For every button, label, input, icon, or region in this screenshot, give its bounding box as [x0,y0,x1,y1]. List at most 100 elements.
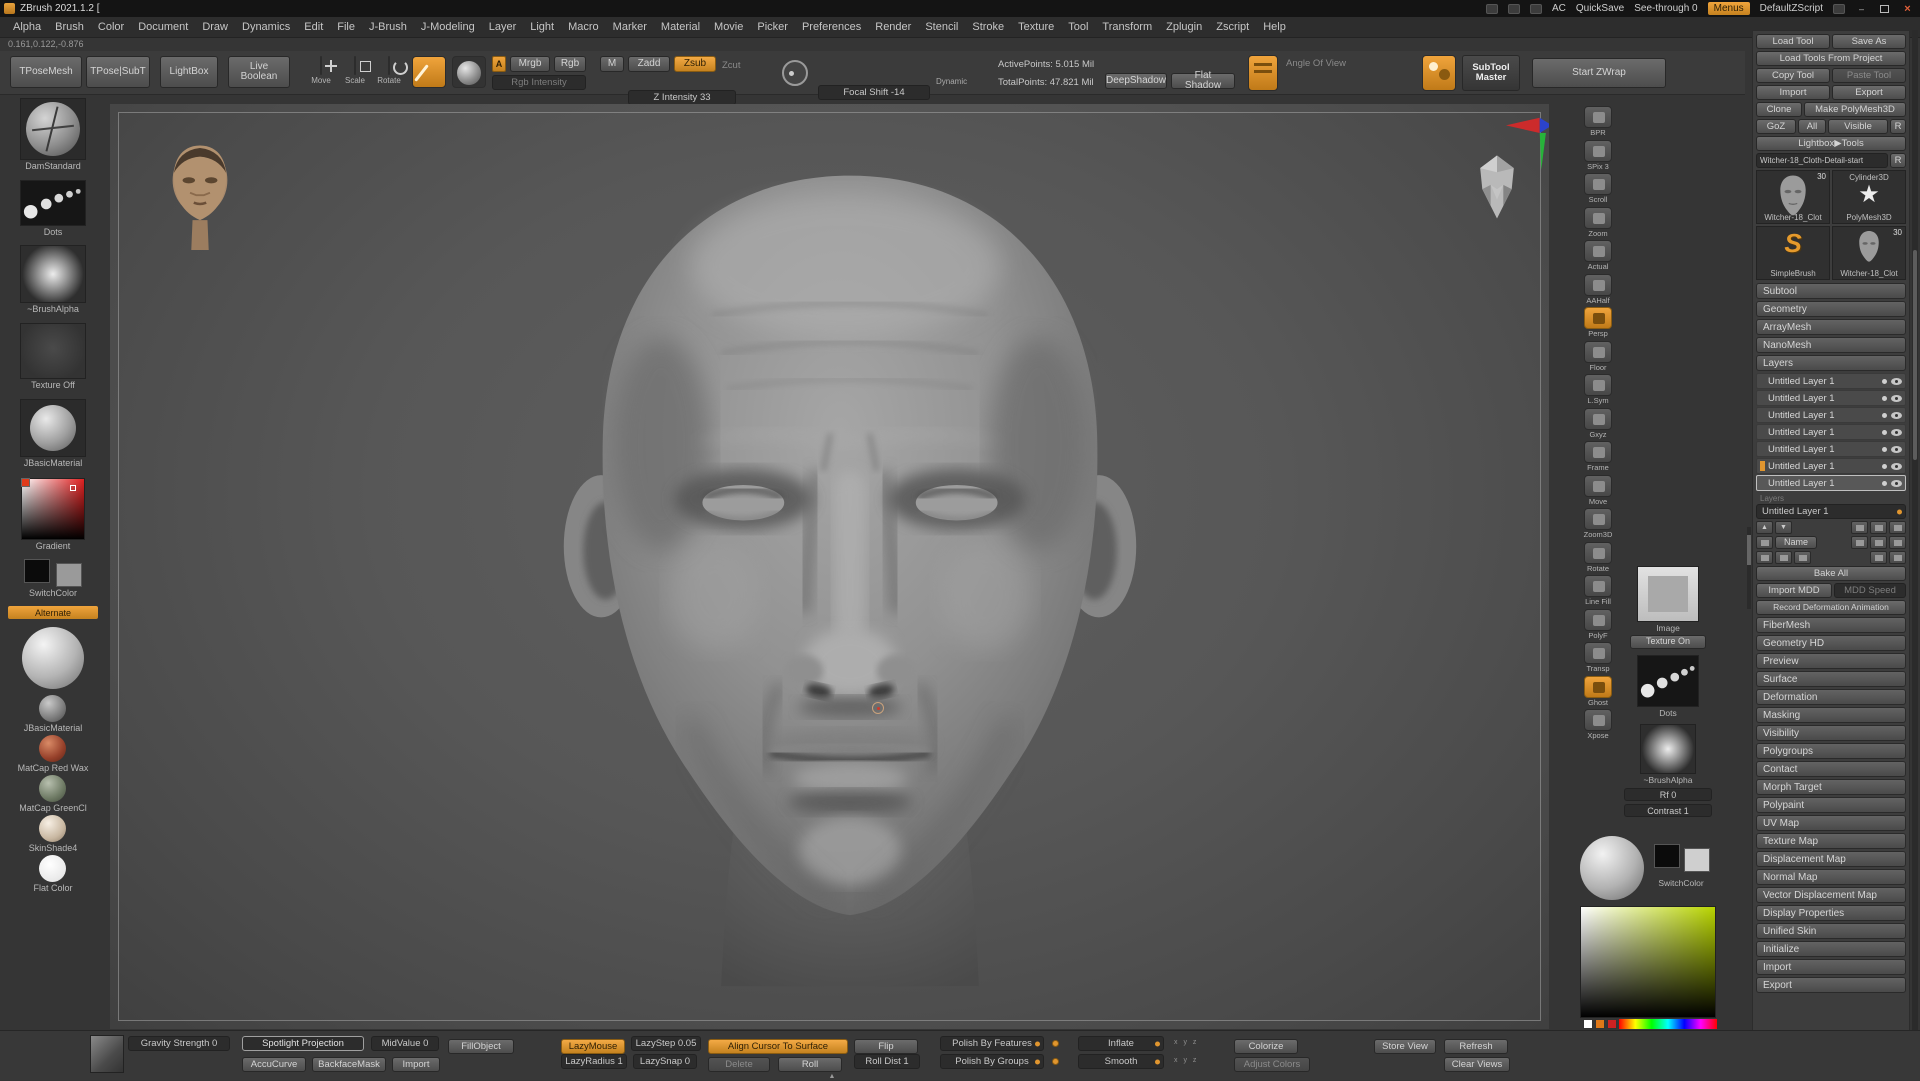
menu-item[interactable]: Alpha [6,21,48,33]
spotlight-thumbnail[interactable] [90,1035,124,1073]
menu-item[interactable]: Help [1256,21,1293,33]
titlebar-icon[interactable] [1508,4,1520,14]
a-toggle[interactable]: A [492,56,506,72]
menu-item[interactable]: Layer [482,21,524,33]
brush-icon[interactable] [412,56,446,88]
material-item[interactable]: JBasicMaterial [24,695,83,733]
menu-item[interactable]: Edit [297,21,330,33]
axis-gizmo[interactable] [1506,114,1549,172]
layer-visibility-icon[interactable] [1891,446,1902,453]
menu-item[interactable]: Brush [48,21,91,33]
shelf-tool[interactable]: Zoom [1584,207,1612,238]
menu-item[interactable]: Marker [606,21,654,33]
import-mdd-button[interactable]: Import MDD [1756,583,1832,598]
layer-intensity-dot[interactable] [1882,413,1887,418]
current-material-preview[interactable] [22,627,84,689]
tool-panel-scrollbar[interactable] [1912,30,1918,1046]
color-picker[interactable] [1580,906,1716,1018]
layer-tool-icon[interactable] [1775,551,1792,564]
layer-intensity-dot[interactable] [1882,447,1887,452]
start-zwrap-button[interactable]: Start ZWrap [1532,58,1666,88]
rgb-intensity-slider[interactable]: Rgb Intensity [492,75,586,90]
layer-row[interactable]: Untitled Layer 1 [1756,373,1906,389]
layer-tool-icon[interactable] [1889,551,1906,564]
focal-shift-slider[interactable]: Focal Shift -14 [818,85,930,100]
menu-item[interactable]: J-Brush [362,21,414,33]
layer-intensity-dot[interactable] [1882,481,1887,486]
subtool-master-icon[interactable] [1422,55,1456,91]
titlebar-icon[interactable] [1530,4,1542,14]
layer-visibility-icon[interactable] [1891,480,1902,487]
tool-section[interactable]: Morph Target [1756,779,1906,795]
menus-button[interactable]: Menus [1708,2,1750,15]
tool-section[interactable]: Export [1756,977,1906,993]
texture-image-thumbnail[interactable] [1637,566,1699,622]
primitive-tool-thumbnail[interactable]: Cylinder3D PolyMesh3D [1832,170,1906,224]
shelf-tool[interactable]: Gxyz [1584,408,1612,439]
m-button[interactable]: M [600,56,624,72]
tool-section[interactable]: Polygroups [1756,743,1906,759]
menu-item[interactable]: Render [868,21,918,33]
polish-mode-dot[interactable] [1052,1058,1059,1065]
menu-item[interactable]: Dynamics [235,21,297,33]
quicksave-button[interactable]: QuickSave [1576,3,1624,14]
tool-section[interactable]: Visibility [1756,725,1906,741]
shelf-tool[interactable]: Rotate [1584,542,1612,573]
align-cursor-to-surface-button[interactable]: Align Cursor To Surface [708,1039,848,1054]
color-swatch[interactable] [1583,1019,1593,1029]
layer-row[interactable]: Untitled Layer 1 [1756,441,1906,457]
current-tool-name[interactable]: Witcher-18_Cloth-Detail-start [1756,153,1888,168]
smooth-slider[interactable]: Smooth [1078,1054,1164,1069]
current-material-thumbnail[interactable] [20,399,86,457]
load-tools-from-project-button[interactable]: Load Tools From Project [1756,51,1906,66]
load-tool-button[interactable]: Load Tool [1756,34,1830,49]
layer-visibility-icon[interactable] [1891,378,1902,385]
menu-item[interactable]: Tool [1061,21,1095,33]
r-button[interactable]: R [1890,119,1906,134]
subtool-master-button[interactable]: SubTool Master [1462,55,1520,91]
main-color-swatch[interactable] [24,559,50,583]
lightbox-button[interactable]: LightBox [160,56,218,88]
main-color-swatch[interactable] [1654,844,1680,868]
current-brush-thumbnail[interactable] [20,98,86,160]
layer-visibility-icon[interactable] [1891,429,1902,436]
flatshadow-button[interactable]: Flat Shadow [1171,73,1235,89]
clear-views-button[interactable]: Clear Views [1444,1057,1510,1072]
layer-tool-icon[interactable] [1870,536,1887,549]
shelf-tool[interactable]: PolyF [1584,609,1612,640]
copy-tool-button[interactable]: Copy Tool [1756,68,1830,83]
lightbox-tools-button[interactable]: Lightbox▶Tools [1756,136,1906,151]
scale-tool[interactable]: Scale [340,57,370,85]
tool-section[interactable]: Preview [1756,653,1906,669]
shelf-tool[interactable]: Ghost [1584,676,1612,707]
switch-color[interactable] [24,559,82,587]
color-sphere-icon[interactable] [452,56,486,88]
close-button[interactable] [1901,3,1914,14]
clone-button[interactable]: Clone [1756,102,1802,117]
color-swatch[interactable] [1595,1019,1605,1029]
tool-section[interactable]: Unified Skin [1756,923,1906,939]
shelf-tool[interactable]: AAHalf [1584,274,1612,305]
layer-row[interactable]: Untitled Layer 1 [1756,407,1906,423]
menu-item[interactable]: Color [91,21,131,33]
deepshadow-button[interactable]: DeepShadow [1105,73,1167,89]
material-item[interactable]: Flat Color [33,855,72,893]
layer-visibility-icon[interactable] [1891,395,1902,402]
polish-by-groups-slider[interactable]: Polish By Groups [940,1054,1044,1069]
delete-button[interactable]: Delete [708,1057,770,1072]
layer-tool-icon[interactable] [1794,551,1811,564]
maximize-button[interactable] [1878,3,1891,14]
shelf-tool[interactable]: BPR [1584,106,1612,137]
zsub-button[interactable]: Zsub [674,56,716,72]
tool-section[interactable]: Display Properties [1756,905,1906,921]
persp-settings-icon[interactable] [1248,55,1278,91]
hue-strip[interactable] [1619,1019,1717,1029]
layer-row[interactable]: Untitled Layer 1 [1756,475,1906,491]
tool-section[interactable]: UV Map [1756,815,1906,831]
tool-r-button[interactable]: R [1890,153,1906,168]
mrgb-button[interactable]: Mrgb [510,56,550,72]
active-tool-thumbnail[interactable]: 30 Witcher-18_Clot [1756,170,1830,224]
layer-row[interactable]: Untitled Layer 1 [1756,424,1906,440]
shelf-tool[interactable]: Xpose [1584,709,1612,740]
menu-item[interactable]: Texture [1011,21,1061,33]
